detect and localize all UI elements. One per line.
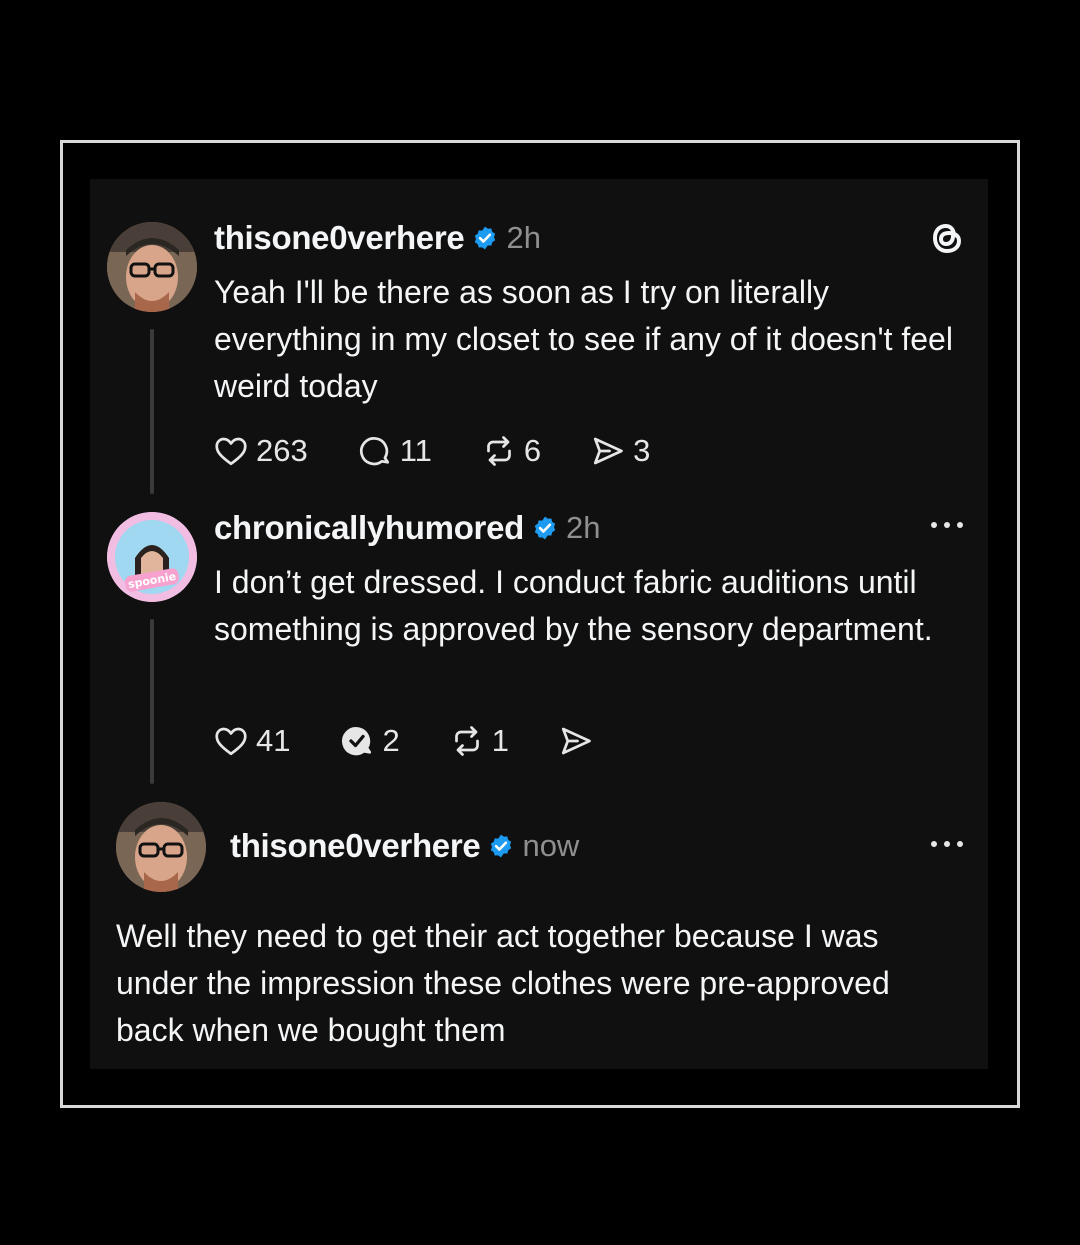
timestamp: 2h	[566, 510, 601, 545]
share-button[interactable]	[557, 723, 595, 759]
reply-count: 2	[382, 723, 400, 758]
verified-badge-icon	[475, 226, 496, 250]
send-icon	[561, 727, 591, 755]
reply-button[interactable]: 11	[356, 433, 432, 469]
post-text: Well they need to get their act together…	[116, 918, 890, 1048]
repost-icon	[487, 436, 511, 466]
post-header: chronicallyhumored 2h	[214, 507, 601, 549]
thread-connector-line	[150, 329, 154, 494]
avatar[interactable]	[107, 222, 197, 312]
more-options-icon[interactable]	[930, 520, 964, 530]
repost-button[interactable]: 1	[448, 723, 509, 759]
heart-icon	[215, 727, 247, 756]
avatar[interactable]	[116, 802, 206, 892]
avatar-photo-icon	[107, 222, 197, 312]
verified-badge-icon	[491, 834, 512, 858]
send-icon	[594, 437, 624, 465]
post-header: thisone0verhere 2h	[214, 217, 541, 259]
share-button[interactable]: 3	[589, 433, 650, 469]
timestamp: 2h	[506, 220, 541, 255]
avatar[interactable]: spoonie	[107, 512, 197, 602]
repost-count: 1	[491, 723, 509, 758]
thread-card: thisone0verhere 2h Yeah I'll be there as…	[90, 179, 988, 1069]
repost-icon	[454, 726, 479, 756]
heart-icon	[215, 437, 247, 466]
more-options-icon[interactable]	[930, 839, 964, 849]
reply-count: 11	[399, 433, 432, 468]
post-text: Yeah I'll be there as soon as I try on l…	[214, 274, 953, 404]
post-header: thisone0verhere now	[230, 825, 579, 867]
avatar-photo-icon	[116, 802, 206, 892]
like-button[interactable]: 41	[212, 723, 290, 759]
reply-button[interactable]: 2	[338, 723, 400, 759]
like-button[interactable]: 263	[212, 433, 308, 469]
username[interactable]: thisone0verhere	[214, 219, 465, 257]
repost-count: 6	[523, 433, 542, 468]
post-actions: 263 11 6 3	[212, 431, 650, 471]
timestamp: now	[522, 828, 580, 863]
thread-connector-line	[150, 619, 154, 784]
like-count: 41	[256, 723, 291, 758]
comment-icon	[359, 437, 389, 466]
comment-replied-icon	[342, 727, 372, 756]
threads-logo-icon[interactable]	[928, 219, 966, 257]
verified-badge-icon	[534, 516, 556, 540]
repost-button[interactable]: 6	[480, 433, 541, 469]
post-actions: 41 2 1	[212, 721, 595, 761]
username[interactable]: chronicallyhumored	[214, 509, 524, 547]
avatar-photo-icon: spoonie	[107, 512, 197, 602]
like-count: 263	[256, 433, 308, 468]
share-count: 3	[633, 433, 651, 468]
username[interactable]: thisone0verhere	[230, 827, 481, 865]
post-text: I don’t get dressed. I conduct fabric au…	[214, 564, 933, 647]
